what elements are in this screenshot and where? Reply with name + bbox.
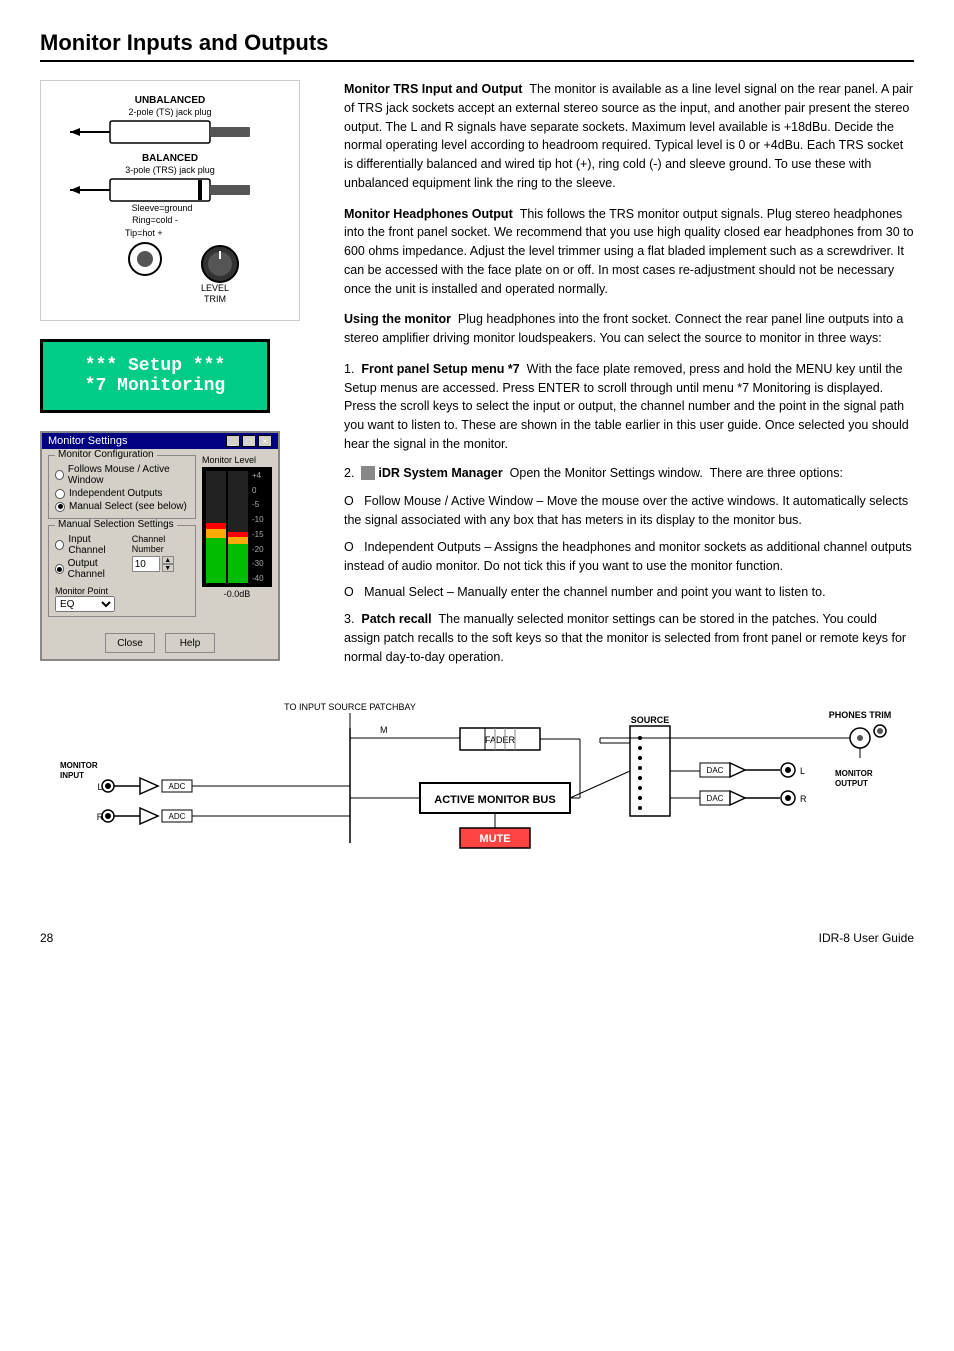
monitor-headphones-section: Monitor Headphones Output This follows t…: [344, 205, 914, 299]
svg-text:INPUT: INPUT: [60, 771, 84, 780]
monitor-settings-window: Monitor Settings _ □ × Monitor Configura…: [40, 431, 280, 661]
right-column: Monitor TRS Input and Output The monitor…: [344, 80, 914, 678]
radio-input-ch[interactable]: [55, 540, 64, 550]
manual-option-output[interactable]: Output Channel: [55, 558, 126, 580]
channel-number-label: Channel Number: [132, 534, 189, 554]
win-left-panel: Monitor Configuration Follows Mouse / Ac…: [48, 455, 196, 623]
monitor-config-label: Monitor Configuration: [55, 449, 157, 460]
win-minimize-btn[interactable]: _: [226, 435, 240, 447]
using-monitor-section: Using the monitor Plug headphones into t…: [344, 310, 914, 666]
svg-text:OUTPUT: OUTPUT: [835, 779, 868, 788]
win-maximize-btn[interactable]: □: [242, 435, 256, 447]
monitor-options: O Follow Mouse / Active Window – Move th…: [344, 492, 914, 602]
channel-down-btn[interactable]: ▼: [162, 564, 174, 572]
svg-text:Ring=cold -: Ring=cold -: [132, 215, 178, 225]
svg-text:MONITOR: MONITOR: [60, 761, 98, 770]
svg-text:Tip=hot +: Tip=hot +: [125, 228, 163, 238]
main-content: UNBALANCED 2-pole (TS) jack plug BALANCE…: [40, 80, 914, 678]
monitor-config-group: Monitor Configuration Follows Mouse / Ac…: [48, 455, 196, 519]
svg-text:LEVEL: LEVEL: [201, 283, 229, 293]
close-button[interactable]: Close: [105, 633, 155, 653]
radio-output-ch[interactable]: [55, 564, 64, 574]
trs-diagram: UNBALANCED 2-pole (TS) jack plug BALANCE…: [40, 80, 300, 321]
config-option-3[interactable]: Manual Select (see below): [55, 501, 189, 512]
svg-text:DAC: DAC: [707, 794, 724, 803]
svg-text:3-pole (TRS) jack plug: 3-pole (TRS) jack plug: [125, 165, 215, 175]
manual-settings-group: Manual Selection Settings Input Channel: [48, 525, 196, 617]
radio-output-ch-label: Output Channel: [68, 558, 126, 580]
page-header: Monitor Inputs and Outputs: [40, 30, 914, 62]
setup-line1: *** Setup ***: [53, 356, 257, 376]
radio-independent[interactable]: [55, 489, 65, 499]
channel-up-btn[interactable]: ▲: [162, 556, 174, 564]
win-right-panel: Monitor Level: [202, 455, 272, 623]
radio-independent-label: Independent Outputs: [69, 488, 162, 499]
svg-text:ADC: ADC: [169, 782, 186, 791]
config-option-1[interactable]: Follows Mouse / Active Window: [55, 464, 189, 486]
monitor-trs-title: Monitor TRS Input and Output: [344, 82, 529, 96]
monitor-trs-text: Monitor TRS Input and Output The monitor…: [344, 80, 914, 193]
page-title: Monitor Inputs and Outputs: [40, 30, 328, 55]
idr-icon: [361, 466, 375, 480]
config-option-2[interactable]: Independent Outputs: [55, 488, 189, 499]
setup-box: *** Setup *** *7 Monitoring: [40, 339, 270, 413]
svg-text:ADC: ADC: [169, 812, 186, 821]
svg-text:Sleeve=ground: Sleeve=ground: [132, 203, 193, 213]
manual-settings-label: Manual Selection Settings: [55, 519, 177, 530]
manual-settings-content: Input Channel Output Channel Chann: [55, 534, 189, 612]
channel-number-input[interactable]: [132, 556, 160, 572]
svg-text:L: L: [800, 766, 805, 776]
monitor-config-content: Follows Mouse / Active Window Independen…: [55, 464, 189, 512]
svg-text:PHONES TRIM: PHONES TRIM: [829, 710, 892, 720]
win-body: Monitor Configuration Follows Mouse / Ac…: [42, 449, 278, 629]
monitor-point-select[interactable]: EQ: [55, 596, 115, 612]
using-monitor-intro: Using the monitor Plug headphones into t…: [344, 310, 914, 348]
trs-diagram-svg: UNBALANCED 2-pole (TS) jack plug BALANCE…: [50, 89, 290, 309]
setup-line2: *7 Monitoring: [53, 376, 257, 396]
left-column: UNBALANCED 2-pole (TS) jack plug BALANCE…: [40, 80, 320, 678]
win-controls[interactable]: _ □ ×: [226, 435, 272, 447]
radio-input-ch-label: Input Channel: [68, 534, 125, 556]
signal-flow-diagram: TO INPUT SOURCE PATCHBAY MONITOR INPUT L…: [40, 698, 914, 901]
help-button[interactable]: Help: [165, 633, 215, 653]
svg-text:2-pole (TS) jack plug: 2-pole (TS) jack plug: [128, 107, 211, 117]
svg-text:TO INPUT SOURCE PATCHBAY: TO INPUT SOURCE PATCHBAY: [284, 702, 416, 712]
monitor-level-label: Monitor Level: [202, 455, 272, 465]
svg-text:MUTE: MUTE: [479, 833, 510, 845]
svg-text:BALANCED: BALANCED: [142, 153, 198, 164]
svg-text:SOURCE: SOURCE: [631, 715, 670, 725]
page-number: 28: [40, 931, 53, 945]
using-monitor-title: Using the monitor: [344, 312, 458, 326]
radio-follows-mouse-label: Follows Mouse / Active Window: [68, 464, 189, 486]
win-titlebar: Monitor Settings _ □ ×: [42, 433, 278, 449]
svg-text:M: M: [380, 725, 388, 735]
win-footer: Close Help: [42, 629, 278, 659]
radio-follows-mouse[interactable]: [55, 470, 64, 480]
svg-text:UNBALANCED: UNBALANCED: [135, 95, 206, 106]
svg-text:R: R: [800, 794, 807, 804]
page-footer: 28 IDR-8 User Guide: [40, 931, 914, 945]
monitor-item-2: 2. iDR System Manager Open the Monitor S…: [344, 464, 914, 483]
svg-text:DAC: DAC: [707, 766, 724, 775]
win-close-btn[interactable]: ×: [258, 435, 272, 447]
monitor-trs-section: Monitor TRS Input and Output The monitor…: [344, 80, 914, 193]
monitor-item-1: 1. Front panel Setup menu *7 With the fa…: [344, 360, 914, 454]
svg-text:MONITOR: MONITOR: [835, 769, 873, 778]
monitor-item-3: 3. Patch recall The manually selected mo…: [344, 610, 914, 666]
radio-manual-label: Manual Select (see below): [69, 501, 187, 512]
page: Monitor Inputs and Outputs UNBALANCED 2-…: [0, 0, 954, 1351]
monitor-point-label: Monitor Point: [55, 586, 189, 596]
monitor-headphones-text: Monitor Headphones Output This follows t…: [344, 205, 914, 299]
product-name: IDR-8 User Guide: [819, 931, 914, 945]
radio-manual[interactable]: [55, 502, 65, 512]
svg-text:FADER: FADER: [485, 735, 516, 745]
monitor-headphones-title: Monitor Headphones Output: [344, 207, 520, 221]
win-title: Monitor Settings: [48, 435, 127, 447]
manual-option-input[interactable]: Input Channel: [55, 534, 126, 556]
signal-flow-svg: TO INPUT SOURCE PATCHBAY MONITOR INPUT L…: [40, 698, 914, 898]
svg-text:ACTIVE MONITOR BUS: ACTIVE MONITOR BUS: [434, 794, 555, 806]
db-label: -0.0dB: [202, 589, 272, 599]
svg-text:TRIM: TRIM: [204, 294, 226, 304]
monitor-num-list: 1. Front panel Setup menu *7 With the fa…: [344, 360, 914, 667]
